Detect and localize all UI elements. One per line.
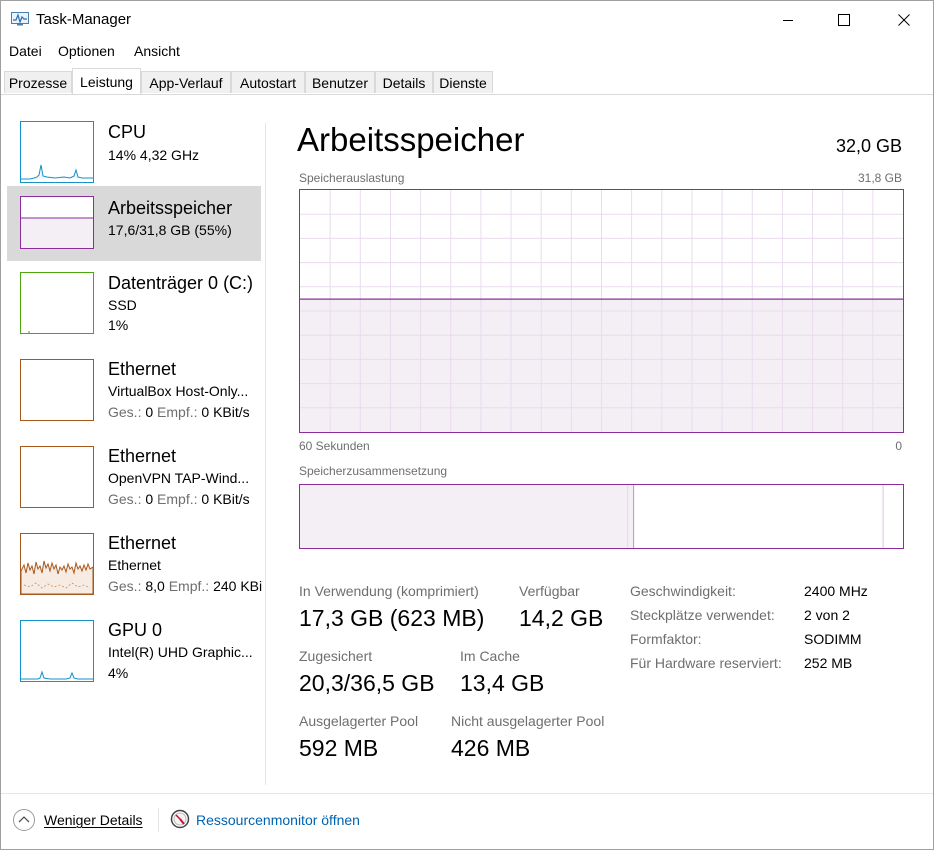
sidebar-item-adapter: Ethernet	[108, 557, 161, 573]
sidebar-item-detail: 14% 4,32 GHz	[108, 147, 200, 163]
tab-dienste[interactable]: Dienste	[433, 71, 493, 93]
modified-segment	[628, 485, 635, 548]
sidebar-item-adapter: Intel(R) UHD Graphic...	[108, 644, 253, 660]
sidebar-item-gpu[interactable]: GPU 0 Intel(R) UHD Graphic... 4%	[7, 610, 261, 690]
title-bar[interactable]: Task-Manager	[1, 1, 933, 39]
memory-thumbnail-graph	[20, 196, 94, 249]
maximize-icon	[838, 14, 850, 26]
hardware-reserved-value: 252 MB	[804, 655, 853, 671]
nonpaged-pool-label: Nicht ausgelagerter Pool	[451, 713, 605, 729]
sidebar-item-throughput: Ges.: 0 Empf.: 0 KBit/s	[108, 491, 250, 507]
committed-value: 20,3/36,5 GB	[299, 670, 435, 696]
in-use-value: 17,3 GB (623 MB)	[299, 605, 485, 631]
slots-value: 2 von 2	[804, 607, 850, 623]
chevron-up-circle-icon[interactable]	[12, 808, 36, 832]
nonpaged-pool-value: 426 MB	[451, 735, 531, 761]
in-use-segment	[300, 485, 629, 548]
memory-composition-bar	[299, 484, 904, 549]
close-button[interactable]	[881, 1, 927, 39]
tab-bar: Prozesse Leistung App-Verlauf Autostart …	[1, 68, 933, 95]
graph-zero-label: 0	[895, 439, 902, 453]
menu-optionen[interactable]: Optionen	[58, 43, 115, 59]
footer-divider	[1, 793, 933, 794]
standby-segment	[634, 485, 884, 548]
minimize-button[interactable]	[765, 1, 811, 39]
available-label: Verfügbar	[519, 583, 580, 599]
graph-time-span-label: 60 Sekunden	[299, 439, 370, 453]
sidebar-item-title: Ethernet	[108, 446, 177, 466]
task-manager-window: Task-Manager Datei Optionen Ansicht Proz…	[0, 0, 934, 850]
sidebar-item-usage: 1%	[108, 317, 129, 333]
gpu-thumbnail-graph	[20, 620, 94, 682]
resource-monitor-icon	[170, 809, 190, 829]
graph-max-label: 31,8 GB	[857, 171, 902, 185]
cached-value: 13,4 GB	[460, 670, 545, 696]
speed-value: 2400 MHz	[804, 583, 868, 599]
menu-ansicht[interactable]: Ansicht	[134, 43, 180, 59]
performance-sidebar: CPU 14% 4,32 GHz Arbeitsspeicher 17,6/31…	[7, 111, 262, 781]
footer-separator	[158, 808, 159, 832]
tab-app-verlauf[interactable]: App-Verlauf	[141, 71, 231, 93]
ethernet-thumbnail-graph	[20, 359, 94, 421]
sidebar-item-detail: 17,6/31,8 GB (55%)	[108, 222, 232, 238]
sidebar-item-ethernet-virtualbox[interactable]: Ethernet VirtualBox Host-Only... Ges.: 0…	[7, 349, 261, 429]
sidebar-item-datentraeger[interactable]: Datenträger 0 (C:) SSD 1%	[7, 262, 261, 342]
window-title: Task-Manager	[36, 11, 132, 28]
hardware-reserved-label: Für Hardware reserviert:	[630, 655, 782, 671]
graph-label: Speicherauslastung	[299, 171, 405, 185]
tab-benutzer[interactable]: Benutzer	[305, 71, 375, 93]
tab-prozesse[interactable]: Prozesse	[4, 71, 72, 93]
paged-pool-label: Ausgelagerter Pool	[299, 713, 419, 729]
resource-monitor-link[interactable]: Ressourcenmonitor öffnen	[196, 812, 360, 828]
slots-label: Steckplätze verwendet:	[630, 607, 775, 623]
sidebar-item-title: CPU	[108, 122, 147, 142]
sidebar-item-throughput: Ges.: 0 Empf.: 0 KBit/s	[108, 404, 250, 420]
ethernet-thumbnail-graph	[20, 533, 94, 595]
minimize-icon	[783, 20, 793, 21]
memory-usage-graph	[299, 189, 904, 433]
cpu-thumbnail-graph	[20, 121, 94, 183]
available-value: 14,2 GB	[519, 605, 604, 631]
tab-autostart[interactable]: Autostart	[231, 71, 305, 93]
close-icon	[898, 14, 910, 26]
task-manager-icon	[11, 12, 29, 26]
sidebar-item-ethernet-openvpn[interactable]: Ethernet OpenVPN TAP-Wind... Ges.: 0 Emp…	[7, 436, 261, 516]
sidebar-item-title: GPU 0	[108, 620, 163, 640]
paged-pool-value: 592 MB	[299, 735, 379, 761]
tab-leistung[interactable]: Leistung	[72, 68, 141, 94]
sidebar-item-arbeitsspeicher[interactable]: Arbeitsspeicher 17,6/31,8 GB (55%)	[7, 186, 261, 261]
memory-total: 32,0 GB	[835, 136, 902, 156]
in-use-label: In Verwendung (komprimiert)	[299, 583, 479, 599]
sidebar-divider	[265, 123, 266, 785]
disk-thumbnail-graph	[20, 272, 94, 334]
ethernet-thumbnail-graph	[20, 446, 94, 508]
sidebar-item-ethernet[interactable]: Ethernet Ethernet Ges.: 8,0 Empf.: 240 K…	[7, 523, 263, 603]
sidebar-item-title: Datenträger 0 (C:)	[108, 273, 254, 293]
sidebar-item-title: Arbeitsspeicher	[108, 198, 233, 218]
sidebar-item-title: Ethernet	[108, 359, 177, 379]
cached-label: Im Cache	[460, 648, 520, 664]
form-factor-value: SODIMM	[804, 631, 862, 647]
composition-label: Speicherzusammensetzung	[299, 464, 448, 478]
sidebar-item-detail: SSD	[108, 297, 137, 313]
sidebar-item-throughput: Ges.: 8,0 Empf.: 240 KBi	[108, 578, 263, 594]
tab-details[interactable]: Details	[375, 71, 433, 93]
sidebar-item-title: Ethernet	[108, 533, 177, 553]
committed-label: Zugesichert	[299, 648, 373, 664]
menu-bar: Datei Optionen Ansicht	[1, 39, 933, 63]
menu-datei[interactable]: Datei	[9, 43, 42, 59]
sidebar-item-adapter: OpenVPN TAP-Wind...	[108, 470, 250, 486]
page-title: Arbeitsspeicher	[297, 121, 525, 158]
maximize-button[interactable]	[821, 1, 867, 39]
fewer-details-button[interactable]: Weniger Details	[44, 812, 143, 828]
sidebar-item-cpu[interactable]: CPU 14% 4,32 GHz	[7, 111, 261, 184]
speed-label: Geschwindigkeit:	[630, 583, 736, 599]
form-factor-label: Formfaktor:	[630, 631, 702, 647]
sidebar-item-adapter: VirtualBox Host-Only...	[108, 383, 249, 399]
sidebar-item-usage: 4%	[108, 665, 129, 681]
